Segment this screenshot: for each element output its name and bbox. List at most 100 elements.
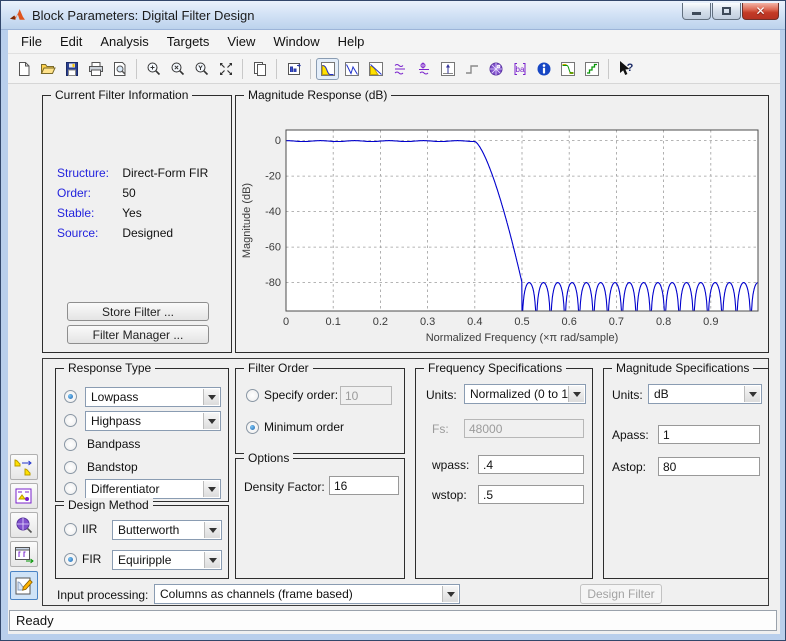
quantization-staircase-icon[interactable] (580, 58, 603, 80)
sidebar-import-filter-button[interactable] (10, 541, 38, 567)
impulse-response-icon[interactable] (436, 58, 459, 80)
svg-text:0.7: 0.7 (609, 316, 624, 328)
pole-zero-editor-icon (13, 515, 35, 535)
phase-delay-icon[interactable] (412, 58, 435, 80)
panel-title: Response Type (64, 361, 155, 375)
close-button[interactable]: ✕ (742, 3, 779, 20)
pole-zero-plot-icon[interactable] (484, 58, 507, 80)
context-help-icon[interactable]: ? (614, 58, 637, 80)
menu-edit[interactable]: Edit (51, 31, 91, 52)
save-icon[interactable] (60, 58, 83, 80)
bandstop-radio[interactable] (64, 461, 77, 474)
response-type-panel: Response Type Lowpass Highpass Bandpass … (55, 368, 229, 502)
stable-label: Stable: (57, 206, 119, 220)
wstop-input[interactable] (478, 485, 584, 504)
apass-input[interactable] (658, 425, 760, 444)
input-processing-value: Columns as channels (frame based) (160, 587, 353, 601)
transform-filter-icon (13, 457, 35, 477)
menu-targets[interactable]: Targets (158, 31, 219, 52)
print-icon[interactable] (84, 58, 107, 80)
differentiator-combo[interactable]: Differentiator (85, 479, 221, 499)
maximize-button[interactable] (712, 3, 741, 20)
chevron-down-icon (204, 552, 220, 568)
wpass-label: wpass: (432, 458, 469, 472)
phase-response-icon[interactable] (340, 58, 363, 80)
full-view-icon[interactable] (214, 58, 237, 80)
panel-title: Frequency Specifications (424, 361, 566, 375)
zoom-x-icon[interactable] (166, 58, 189, 80)
input-processing-combo[interactable]: Columns as channels (frame based) (154, 584, 460, 604)
sidebar-design-filter-button[interactable] (10, 571, 38, 600)
design-method-panel: Design Method IIR Butterworth FIR Equiri… (55, 505, 229, 579)
highpass-radio[interactable] (64, 414, 77, 427)
iir-method-combo[interactable]: Butterworth (112, 520, 222, 540)
print-preview-icon[interactable] (108, 58, 131, 80)
frequency-specs-panel: Frequency Specifications Units: Normaliz… (415, 368, 593, 579)
minimize-button[interactable] (682, 3, 711, 20)
chevron-down-icon (744, 386, 760, 402)
store-filter-button[interactable]: Store Filter ... (67, 302, 209, 321)
toolbar-separator (242, 59, 243, 79)
differentiator-radio[interactable] (64, 482, 77, 495)
magnitude-phase-icon[interactable] (364, 58, 387, 80)
chevron-down-icon (203, 413, 219, 429)
group-delay-icon[interactable] (388, 58, 411, 80)
svg-text:0.9: 0.9 (703, 316, 718, 328)
titlebar[interactable]: Block Parameters: Digital Filter Design … (1, 1, 785, 30)
svg-text:0.2: 0.2 (373, 316, 388, 328)
zoom-y-icon[interactable] (190, 58, 213, 80)
info-row-order: Order: 50 (57, 186, 136, 200)
menu-file[interactable]: File (12, 31, 51, 52)
fir-method-combo[interactable]: Equiripple (112, 550, 222, 570)
svg-text:0.6: 0.6 (562, 316, 577, 328)
highpass-combo-value: Highpass (91, 414, 141, 428)
density-factor-label: Density Factor: (244, 480, 325, 494)
copy-icon[interactable] (248, 58, 271, 80)
filter-block-icon[interactable] (282, 58, 305, 80)
lowpass-combo[interactable]: Lowpass (85, 387, 221, 407)
menu-window[interactable]: Window (264, 31, 328, 52)
magnitude-response-plot[interactable]: 00.10.20.30.40.50.60.70.80.90-20-40-60-8… (236, 96, 768, 352)
sidebar-pole-zero-editor-button[interactable] (10, 512, 38, 538)
density-factor-input[interactable] (329, 476, 399, 495)
lowpass-radio[interactable] (64, 390, 77, 403)
fir-radio[interactable] (64, 553, 77, 566)
iir-radio[interactable] (64, 523, 77, 536)
sidebar-multirate-filter-button[interactable] (10, 483, 38, 509)
svg-text:Normalized Frequency (×π rad/s: Normalized Frequency (×π rad/sample) (426, 332, 619, 344)
menu-analysis[interactable]: Analysis (91, 31, 157, 52)
current-filter-info-panel: Current Filter Information Structure: Di… (42, 95, 232, 353)
bandpass-radio[interactable] (64, 438, 77, 451)
specify-order-radio[interactable] (246, 389, 259, 402)
options-panel: Options Density Factor: (235, 458, 405, 579)
zoom-in-icon[interactable] (142, 58, 165, 80)
mag-units-combo[interactable]: dB (648, 384, 762, 404)
minimum-order-radio[interactable] (246, 421, 259, 434)
filter-manager-button[interactable]: Filter Manager ... (67, 325, 209, 344)
iir-combo-value: Butterworth (118, 523, 179, 537)
new-file-icon[interactable] (12, 58, 35, 80)
freq-units-label: Units: (426, 388, 457, 402)
freq-units-combo[interactable]: Normalized (0 to 1) (464, 384, 586, 404)
svg-text:-60: -60 (265, 242, 281, 254)
filter-information-icon[interactable] (532, 58, 555, 80)
chevron-down-icon (568, 386, 584, 402)
info-row-stable: Stable: Yes (57, 206, 142, 220)
step-response-icon[interactable] (460, 58, 483, 80)
fir-label: FIR (82, 552, 101, 566)
filter-coefficients-icon[interactable]: ba (508, 58, 531, 80)
panel-title: Options (244, 451, 293, 465)
astop-input[interactable] (658, 457, 760, 476)
mag-units-label: Units: (612, 388, 643, 402)
highpass-combo[interactable]: Highpass (85, 411, 221, 431)
svg-text:0.1: 0.1 (326, 316, 341, 328)
chevron-down-icon (203, 389, 219, 405)
menu-view[interactable]: View (218, 31, 264, 52)
svg-text:0.4: 0.4 (467, 316, 482, 328)
menu-help[interactable]: Help (329, 31, 374, 52)
open-icon[interactable] (36, 58, 59, 80)
sidebar-transform-filter-button[interactable] (10, 454, 38, 480)
wpass-input[interactable] (478, 455, 584, 474)
magnitude-spec-mask-icon[interactable] (556, 58, 579, 80)
magnitude-response-icon[interactable] (316, 58, 339, 80)
